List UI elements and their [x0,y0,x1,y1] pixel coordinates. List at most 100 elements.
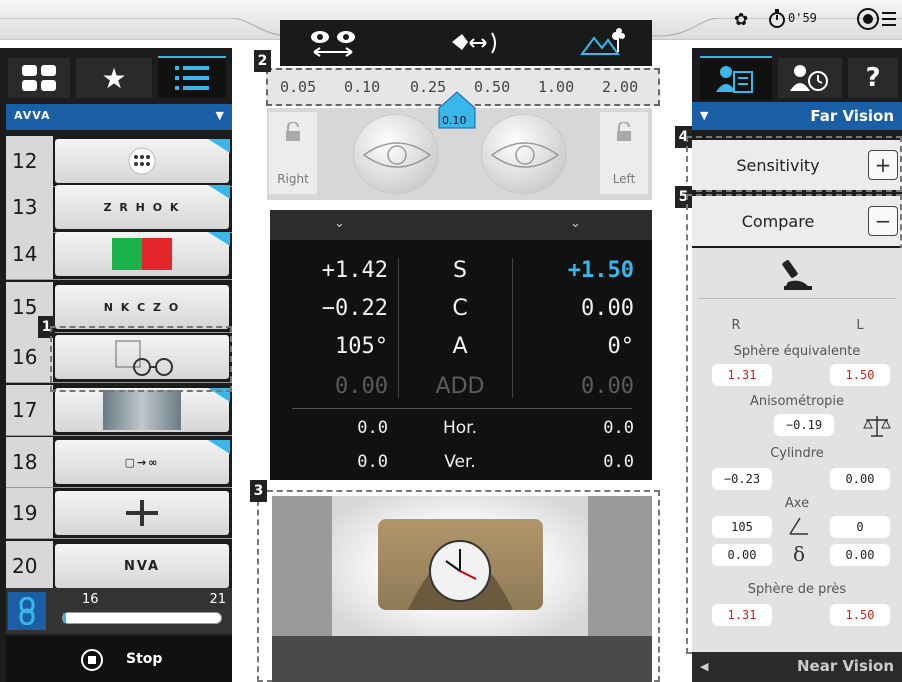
nva-icon[interactable]: NVA [55,544,229,588]
angle-icon [789,517,808,535]
dot-grid-icon[interactable] [55,139,229,183]
sphere-right-value[interactable]: +1.42 [270,258,388,283]
acuity-badge[interactable]: 0.10 [437,90,477,130]
chart-preview-toolbar [272,636,652,682]
eye-photo-icon[interactable] [55,388,229,432]
link-button[interactable] [8,592,46,630]
dot-grid-glyph [128,147,156,175]
stop-label: Stop [126,651,163,667]
vision-mode-title: Far Vision [810,107,894,125]
test-row[interactable]: 12 [6,136,232,187]
tab-patient-record[interactable] [700,56,772,100]
add-right-value[interactable]: 0.00 [270,374,388,399]
letter-chart-zrhok-icon[interactable]: Z R H O K [55,185,229,229]
vertical-left-value[interactable]: 0.0 [524,452,634,472]
axis-left-value[interactable]: 0° [524,334,635,359]
right-eye-label: Right [277,172,309,186]
vision-mode-header[interactable]: ▼ Far Vision [692,102,902,130]
test-number: 20 [6,541,53,591]
cross-grid-icon[interactable] [55,491,229,535]
test-row[interactable]: 20 NVA [6,541,232,592]
data-row-add[interactable]: 0.00 ADD 0.00 [270,374,652,414]
data-row-axis[interactable]: 105° A 0° [270,334,652,374]
sequence-name: AVVA [14,109,51,122]
vertical-right-value[interactable]: 0.0 [270,452,388,472]
horizontal-right-value[interactable]: 0.0 [270,418,388,438]
letter-chart-nkczo-icon[interactable]: N K C Z O [55,285,229,329]
acuity-value[interactable]: 0.50 [474,78,510,96]
add-left-value[interactable]: 0.00 [524,374,634,399]
horizontal-label: Hor. [442,418,478,438]
sphere-label: S [453,258,467,283]
test-label: NVA [123,558,161,574]
progress-fill [63,613,67,623]
chevron-down-icon: ▼ [215,109,224,122]
right-column-chevron-icon[interactable]: ⌄ [334,216,345,231]
right-eye-lock[interactable]: Right [269,112,317,194]
test-number: 16 [6,332,53,382]
anisometropia-label: Anisométropie [749,394,845,409]
test-row[interactable]: 18 ▢→∞ [6,437,232,488]
tab-grid[interactable] [8,58,70,98]
test-row[interactable]: 14 [6,229,232,280]
tab-patient-history[interactable] [778,58,842,98]
data-row-vertical[interactable]: 0.0 Ver. 0.0 [270,452,652,492]
cylinder-r: −0.23 [712,468,772,490]
tab-favorites[interactable]: ★ [76,58,152,98]
acuity-value[interactable]: 2.00 [602,78,638,96]
left-eye-lock[interactable]: Left [600,112,648,194]
near-vision-bar[interactable]: ◀ Near Vision [692,652,902,682]
patient-history-icon [790,65,828,91]
data-row-cylinder[interactable]: −0.22 C 0.00 [270,296,652,336]
acuity-value[interactable]: 0.05 [280,78,316,96]
cylinder-left-value[interactable]: 0.00 [524,296,634,321]
favorite-corner-icon[interactable] [208,184,230,199]
test-row[interactable]: 13 Z R H O K [6,182,232,233]
gear-icon[interactable]: ✿ [734,10,748,30]
left-column-chevron-icon[interactable]: ⌄ [570,216,581,231]
delta-icon: δ [793,542,806,566]
test-row[interactable]: 19 [6,488,232,539]
cylinder-right-value[interactable]: −0.22 [270,296,388,321]
clock-icon [408,540,513,610]
microscope-icon[interactable] [780,256,816,292]
right-eye-button[interactable] [353,114,439,194]
acuity-value[interactable]: 1.00 [538,78,574,96]
stopwatch-icon [769,9,785,28]
sphere-equivalent-l: 1.50 [830,364,890,386]
callout-1-frame [50,326,232,392]
binocular-eyes-icon[interactable] [308,28,358,58]
test-number: 14 [6,229,53,279]
data-row-sphere[interactable]: +1.42 S +1.50 [270,258,652,298]
balance-scale-icon [863,416,891,437]
mountain-flower-icon[interactable] [580,28,628,58]
favorite-corner-icon[interactable] [208,231,230,246]
favorite-corner-icon[interactable] [208,138,230,153]
test-label: N K C Z O [103,300,181,314]
add-label: ADD [435,374,485,399]
horizontal-left-value[interactable]: 0.0 [524,418,634,438]
far-infinity-icon[interactable]: ▢→∞ [55,440,229,484]
test-row[interactable]: 17 [6,385,232,436]
red-green-swatch [112,238,172,270]
star-icon: ★ [101,61,127,95]
near-sphere-l: 1.50 [830,604,890,626]
sphere-left-value[interactable]: +1.50 [524,258,634,283]
axis-right-value[interactable]: 105° [270,334,388,359]
menu-target-icon[interactable] [856,6,896,32]
left-eye-button[interactable] [481,114,567,194]
distance-icon[interactable] [450,30,500,56]
acuity-value[interactable]: 0.10 [344,78,380,96]
cylinder-label: C [452,296,468,321]
test-sequence-header[interactable]: AVVA ▼ [6,104,232,130]
acuity-badge-value: 0.10 [442,114,467,127]
callout-3: 3 [250,480,267,502]
tab-list[interactable] [158,56,226,98]
red-green-chart-icon[interactable] [55,232,229,276]
tab-help[interactable]: ? [848,58,898,98]
unlock-icon [286,122,300,141]
stopwatch[interactable]: 0'59 [768,8,817,28]
callout-4-frame [686,136,902,192]
favorite-corner-icon[interactable] [208,439,230,454]
stop-button[interactable]: Stop [6,636,232,682]
